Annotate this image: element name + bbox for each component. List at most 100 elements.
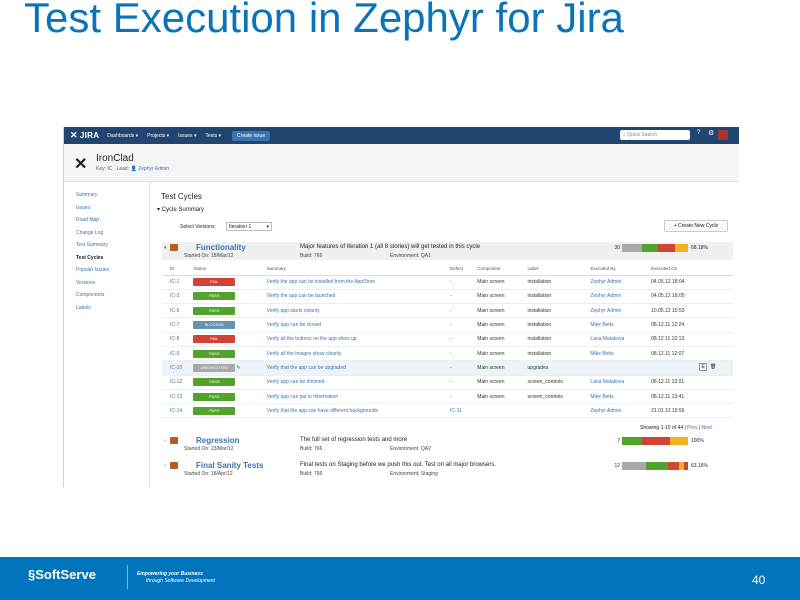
status-badge[interactable]: BLOCKED bbox=[193, 321, 236, 330]
table-row[interactable]: IC-8 FAIL Verify all the buttons on the ap… bbox=[162, 332, 733, 347]
test-summary-link[interactable]: Verify that the app can be upgraded bbox=[267, 365, 346, 371]
create-issue-button[interactable]: Create issue bbox=[232, 130, 271, 141]
test-summary-link[interactable]: Verify app can be dimmed bbox=[267, 379, 325, 385]
table-row[interactable]: IC-6 PASS Verify app starts cleanly - Main s… bbox=[162, 303, 733, 319]
column-header[interactable]: Label bbox=[525, 262, 589, 276]
executed-by-link[interactable]: Mike Betts bbox=[590, 351, 613, 357]
nav-dashboards[interactable]: Dashboards ▾ bbox=[107, 133, 138, 139]
sidebar-item[interactable]: Change Log bbox=[76, 230, 103, 236]
nav-tests[interactable]: Tests ▾ bbox=[205, 133, 221, 139]
next-link[interactable]: Next bbox=[702, 425, 712, 431]
chevron-right-icon[interactable]: › bbox=[164, 463, 166, 469]
status-badge[interactable]: UNEXECUTED bbox=[193, 363, 236, 372]
gear-icon[interactable]: ⚙ bbox=[708, 129, 714, 137]
cycle-header[interactable]: ▾ Functionality Started On: 18/Mar/12 Build… bbox=[162, 242, 733, 260]
executed-by-link[interactable]: Lana Malakova bbox=[590, 336, 624, 342]
executed-by-link[interactable]: Lana Malakova bbox=[590, 379, 624, 385]
defect[interactable]: IC-11 bbox=[450, 408, 462, 414]
sidebar-item[interactable]: Components bbox=[76, 292, 104, 298]
status-badge[interactable]: PASS bbox=[193, 306, 236, 315]
table-row[interactable]: IC-7 BLOCKED Verify app can be closed - Main… bbox=[162, 317, 733, 333]
user-avatar[interactable] bbox=[718, 130, 728, 140]
nav-issues[interactable]: Issues ▾ bbox=[178, 133, 196, 139]
cycle-name[interactable]: Regression bbox=[196, 436, 240, 445]
create-new-cycle-button[interactable]: + Create New Cycle bbox=[664, 220, 728, 232]
test-summary-link[interactable]: Verify all the images show cleanly bbox=[267, 351, 342, 357]
column-header[interactable]: Executed On bbox=[649, 262, 733, 276]
executed-by-link[interactable]: Zephyr Admin bbox=[590, 408, 621, 414]
test-id-link[interactable]: IC-14 bbox=[170, 408, 182, 414]
test-id-link[interactable]: IC-3 bbox=[170, 293, 179, 299]
table-row[interactable]: IC-13 PASS Verify app can put in hibernati… bbox=[162, 389, 733, 405]
status-badge[interactable]: PASS bbox=[193, 406, 236, 415]
sidebar-item[interactable]: Road Map bbox=[76, 217, 99, 223]
jira-logo[interactable]: ✕ JIRA bbox=[70, 130, 99, 141]
test-summary-link[interactable]: Verify the app can be launched bbox=[267, 293, 336, 299]
column-header[interactable]: Summary bbox=[264, 262, 448, 276]
cycle-description: Final tests on Staging before we push th… bbox=[300, 462, 496, 468]
status-badge[interactable]: FAIL bbox=[193, 278, 236, 287]
help-icon[interactable]: ? bbox=[697, 130, 700, 136]
table-row[interactable]: IC-12 PASS Verify app can be dimmed - Main s… bbox=[162, 375, 733, 390]
project-name[interactable]: IronClad bbox=[96, 153, 134, 164]
test-id-link[interactable]: IC-6 bbox=[170, 308, 179, 314]
test-summary-link[interactable]: Verify that the app can have different b… bbox=[267, 408, 378, 414]
quick-search-input[interactable]: ⌕ Quick Search bbox=[620, 130, 690, 140]
table-row[interactable]: IC-14 PASS Verify that the app can have di… bbox=[162, 403, 733, 419]
test-summary-link[interactable]: Verify the app can be installed from the… bbox=[267, 279, 375, 285]
nav-projects[interactable]: Projects ▾ bbox=[147, 133, 169, 139]
column-header[interactable]: Component bbox=[475, 262, 526, 276]
status-badge[interactable]: PASS bbox=[193, 349, 236, 358]
status-badge[interactable]: PASS bbox=[193, 392, 236, 401]
test-id-link[interactable]: IC-7 bbox=[170, 322, 179, 328]
cycle-header[interactable]: › Final Sanity Tests Started On: 18/Apr/12… bbox=[162, 460, 733, 478]
pencil-icon[interactable]: ✎ bbox=[236, 365, 240, 371]
trash-icon[interactable]: 🗑 bbox=[709, 364, 717, 372]
test-summary-link[interactable]: Verify all the buttons on the app show u… bbox=[267, 336, 357, 342]
executed-by-link[interactable]: Zephyr Admin bbox=[590, 279, 621, 285]
test-id-link[interactable]: IC-12 bbox=[170, 379, 182, 385]
table-row[interactable]: IC-3 PASS Verify the app can be launched - M… bbox=[162, 289, 733, 305]
test-id-link[interactable]: IC-8 bbox=[170, 336, 179, 342]
test-id-link[interactable]: IC-10 bbox=[170, 365, 182, 371]
executed-on: 08.12.11 12:24 bbox=[651, 322, 685, 329]
column-header[interactable]: Executed By bbox=[588, 262, 650, 276]
cycle-name[interactable]: Functionality bbox=[196, 243, 246, 252]
table-row[interactable]: IC-1 FAIL Verify the app can be installed … bbox=[162, 275, 733, 290]
executed-by-link[interactable]: Mike Betts bbox=[590, 394, 613, 400]
table-row[interactable]: IC-10 UNEXECUTED ✎ Verify that the app can … bbox=[162, 360, 733, 376]
cycle-summary-toggle[interactable]: ▾ Cycle Summary bbox=[157, 206, 204, 213]
cycle-name[interactable]: Final Sanity Tests bbox=[196, 461, 263, 470]
table-row[interactable]: IC-9 PASS Verify all the images show clean… bbox=[162, 346, 733, 362]
test-id-link[interactable]: IC-1 bbox=[170, 279, 179, 285]
test-summary-link[interactable]: Verify app can put in hibernation bbox=[267, 394, 338, 400]
column-header[interactable]: ID bbox=[162, 262, 192, 276]
label: installation bbox=[527, 350, 552, 357]
status-badge[interactable]: FAIL bbox=[193, 335, 236, 344]
column-header[interactable]: Status bbox=[191, 262, 265, 276]
sidebar-item[interactable]: Popular Issues bbox=[76, 267, 109, 273]
test-summary-link[interactable]: Verify app starts cleanly bbox=[267, 308, 320, 314]
chevron-down-icon[interactable]: ▾ bbox=[164, 245, 167, 251]
column-header[interactable]: Defect bbox=[448, 262, 476, 276]
sidebar-item[interactable]: Versions bbox=[76, 280, 95, 286]
status-badge[interactable]: PASS bbox=[193, 292, 236, 301]
test-id-link[interactable]: IC-13 bbox=[170, 394, 182, 400]
project-lead-link[interactable]: Zephyr Admin bbox=[138, 166, 169, 172]
execute-icon[interactable]: E bbox=[699, 363, 708, 372]
chevron-right-icon[interactable]: › bbox=[164, 438, 166, 444]
executed-by-link[interactable]: Zephyr Admin bbox=[590, 308, 621, 314]
sidebar-item[interactable]: Labels bbox=[76, 305, 91, 311]
executed-by-link[interactable]: Mike Betts bbox=[590, 322, 613, 328]
version-select[interactable]: Iteration 1 ▾ bbox=[226, 222, 272, 231]
prev-link[interactable]: Prev bbox=[687, 425, 697, 431]
sidebar-item[interactable]: Summary bbox=[76, 192, 97, 198]
sidebar-item[interactable]: Test Summary bbox=[76, 242, 108, 248]
cycle-header[interactable]: › Regression Started On: 23/Mar/12 Build: 7… bbox=[162, 435, 733, 453]
sidebar-item[interactable]: Issues bbox=[76, 205, 90, 211]
test-id-link[interactable]: IC-9 bbox=[170, 351, 179, 357]
test-summary-link[interactable]: Verify app can be closed bbox=[267, 322, 321, 328]
executed-by-link[interactable]: Zephyr Admin bbox=[590, 293, 621, 299]
sidebar-item[interactable]: Test Cycles bbox=[76, 255, 103, 261]
status-badge[interactable]: PASS bbox=[193, 378, 236, 387]
